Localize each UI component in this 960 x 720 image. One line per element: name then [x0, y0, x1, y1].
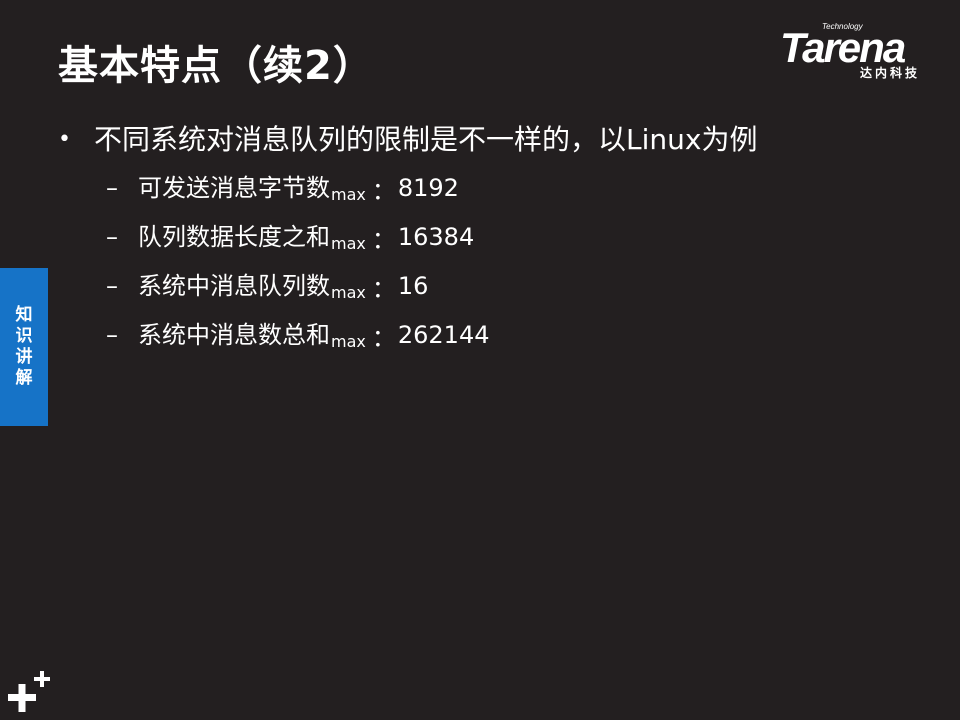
sub-item-colon: ： — [371, 274, 396, 303]
sub-item-label: 系统中消息数总和 — [138, 321, 330, 349]
side-tab-char: 知 — [15, 305, 33, 325]
side-tab-char: 讲 — [15, 347, 33, 367]
sub-item-queue-length: – 队列数据长度之和 max ： 16384 — [106, 217, 474, 257]
sub-item-colon: ： — [371, 323, 396, 352]
dash-icon: – — [106, 223, 118, 251]
dash-icon: – — [106, 321, 118, 349]
sub-item-colon: ： — [371, 176, 396, 205]
plus-plus-icon — [8, 671, 50, 712]
sub-item-value: 8192 — [397, 174, 459, 202]
sub-item-label: 队列数据长度之和 — [138, 223, 330, 251]
dash-icon: – — [106, 272, 118, 300]
tarena-logo: Technology Tarena 达内科技 — [780, 22, 948, 86]
sub-item-value: 262144 — [397, 321, 490, 349]
main-bullet: • 不同系统对消息队列的限制是不一样的，以Linux为例 — [58, 120, 757, 160]
side-tab-char: 解 — [15, 368, 33, 388]
bullet-dot-icon: • — [58, 127, 71, 152]
sub-item-value: 16 — [397, 272, 429, 300]
sub-item-message-bytes: – 可发送消息字节数 max ： 8192 — [106, 168, 459, 208]
sub-item-label: 系统中消息队列数 — [138, 272, 330, 300]
sub-item-label: 可发送消息字节数 — [138, 174, 330, 202]
sub-item-colon: ： — [371, 225, 396, 254]
sub-item-subscript: max — [331, 282, 366, 302]
sub-item-queue-count: – 系统中消息队列数 max ： 16 — [106, 266, 428, 306]
sub-item-subscript: max — [331, 233, 366, 253]
slide-title: 基本特点（续2） — [58, 43, 374, 89]
side-tab-char: 识 — [15, 326, 33, 346]
sub-item-subscript: max — [331, 331, 366, 351]
side-tab-knowledge: 知 识 讲 解 — [0, 268, 48, 426]
main-bullet-text: 不同系统对消息队列的限制是不一样的，以Linux为例 — [94, 123, 758, 156]
sub-item-subscript: max — [331, 184, 366, 204]
logo-chinese-name: 达内科技 — [860, 66, 921, 80]
sub-item-value: 16384 — [397, 223, 475, 251]
sub-item-message-total: – 系统中消息数总和 max ： 262144 — [106, 315, 489, 355]
dash-icon: – — [106, 174, 118, 202]
